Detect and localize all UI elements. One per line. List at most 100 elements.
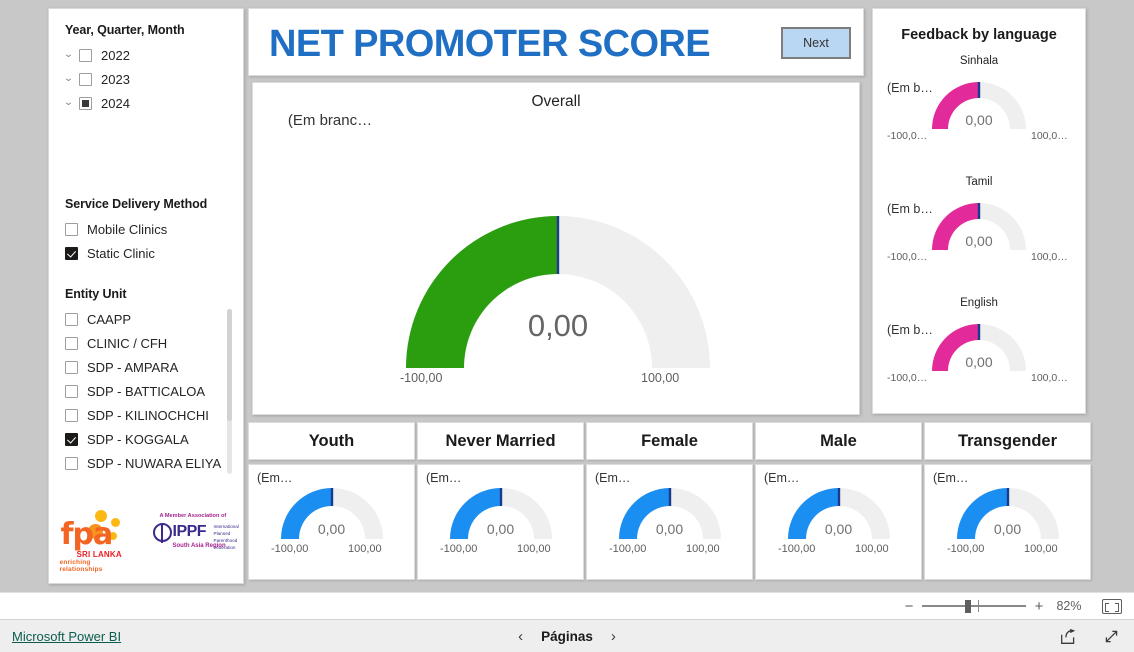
- service-delivery-item-1[interactable]: Static Clinic: [49, 241, 243, 265]
- entity-unit-item-0[interactable]: CAAPP: [49, 307, 243, 331]
- entity-unit-item-4[interactable]: SDP - KILINOCHCHI: [49, 403, 243, 427]
- checkbox[interactable]: [79, 48, 92, 62]
- checkbox[interactable]: [65, 456, 78, 470]
- report-title-card: NET PROMOTER SCORE Next: [248, 8, 864, 76]
- entity-unit-item-6[interactable]: SDP - NUWARA ELIYA: [49, 451, 243, 475]
- checkbox[interactable]: [65, 432, 78, 446]
- entity-unit-item-3[interactable]: SDP - BATTICALOA: [49, 379, 243, 403]
- demographic-blank-label: (Em…: [764, 471, 800, 485]
- zoom-out-button[interactable]: −: [900, 598, 918, 615]
- demographic-gauge-max-label: 100,00: [517, 543, 551, 555]
- checkbox[interactable]: [79, 72, 92, 86]
- ippf-member-text: A Member Association of: [159, 513, 227, 519]
- entity-unit-item-1[interactable]: CLINIC / CFH: [49, 331, 243, 355]
- entity-unit-scrollbar-thumb[interactable]: [227, 309, 232, 421]
- demographic-gauge-value: 0,00: [993, 521, 1022, 537]
- language-gauge-min-label: -100,0…: [887, 130, 928, 142]
- demographic-gauge-body: (Em… 0,00 -100,00 100,00: [755, 464, 922, 580]
- language-name: Sinhala: [959, 55, 999, 67]
- entity-unit-item-5[interactable]: SDP - KOGGALA: [49, 427, 243, 451]
- language-gauge-value: 0,00: [965, 233, 993, 249]
- zoom-slider-track: [922, 605, 1026, 607]
- slicer-item-label: 2024: [101, 95, 130, 111]
- page-navigation: ‹ Páginas ›: [518, 628, 616, 645]
- language-gauge-value: 0,00: [965, 354, 993, 370]
- previous-page-icon[interactable]: ‹: [518, 628, 523, 645]
- demographic-card-transgender[interactable]: Transgender (Em… 0,00 -100,00 100,00: [924, 422, 1091, 580]
- entity-unit-title: Entity Unit: [65, 287, 127, 301]
- language-gauge-value: 0,00: [965, 112, 993, 128]
- demographic-card-title: Male: [755, 422, 922, 460]
- year-slicer-item-2[interactable]: ⌄ 2024: [49, 91, 243, 115]
- page-title: NET PROMOTER SCORE: [269, 23, 711, 65]
- year-slicer-item-0[interactable]: ⌄ 2022: [49, 43, 243, 67]
- share-icon[interactable]: [1060, 628, 1077, 645]
- demographic-card-youth[interactable]: Youth (Em… 0,00 -100,00 100,00: [248, 422, 415, 580]
- language-gauge-min-label: -100,0…: [887, 372, 928, 384]
- zoom-in-button[interactable]: +: [1030, 598, 1048, 615]
- zoom-slider-thumb[interactable]: [965, 600, 971, 613]
- demographic-gauge-min-label: -100,00: [440, 543, 478, 555]
- overall-gauge-arc: [406, 216, 710, 368]
- slicer-item-label: SDP - AMPARA: [87, 359, 179, 375]
- checkbox[interactable]: [65, 408, 78, 422]
- microsoft-power-bi-link[interactable]: Microsoft Power BI: [12, 629, 121, 644]
- service-delivery-items: Mobile Clinics Static Clinic: [49, 217, 243, 265]
- fit-to-page-icon[interactable]: [1102, 598, 1122, 614]
- entity-unit-slicer: Entity Unit CAAPP CLINIC / CFH SDP - AMPAR…: [49, 287, 243, 475]
- demographic-card-male[interactable]: Male (Em… 0,00 -100,00 100,00: [755, 422, 922, 580]
- language-gauge-min-label: -100,0…: [887, 251, 928, 263]
- slicer-item-label: SDP - BATTICALOA: [87, 383, 205, 399]
- checkbox[interactable]: [65, 246, 78, 260]
- language-gauge-english[interactable]: English (Em b… 0,00 -100,0… 100,0…: [873, 297, 1085, 418]
- entity-unit-item-2[interactable]: SDP - AMPARA: [49, 355, 243, 379]
- language-name: Tamil: [965, 176, 993, 188]
- overall-gauge-title: Overall: [531, 93, 581, 110]
- slicer-item-label: 2023: [101, 71, 130, 87]
- demographic-gauges-row: Youth (Em… 0,00 -100,00 100,00 Never Married(…: [248, 422, 1091, 580]
- demographic-gauge-body: (Em… 0,00 -100,00 100,00: [417, 464, 584, 580]
- checkbox[interactable]: [65, 360, 78, 374]
- fpa-sri-lanka-logo: fpa SRI LANKA enriching relationships: [57, 508, 131, 573]
- year-slicer-item-1[interactable]: ⌄ 2023: [49, 67, 243, 91]
- overall-gauge-card[interactable]: Overall (Em branc… 0,00 -100,00 100,00: [252, 82, 860, 415]
- language-gauge-tamil[interactable]: Tamil (Em b… 0,00 -100,0… 100,0…: [873, 176, 1085, 297]
- globe-icon: [152, 523, 172, 543]
- report-canvas: Year, Quarter, Month ⌄ 2022 ⌄ 2023 ⌄ 2024 Ser…: [0, 0, 1134, 592]
- checkbox[interactable]: [65, 384, 78, 398]
- demographic-card-title: Female: [586, 422, 753, 460]
- zoom-slider[interactable]: [922, 599, 1026, 613]
- gauge-fill: [406, 216, 558, 368]
- service-delivery-item-0[interactable]: Mobile Clinics: [49, 217, 243, 241]
- checkbox[interactable]: [79, 96, 92, 110]
- fullscreen-icon[interactable]: [1103, 628, 1120, 645]
- demographic-card-never-married[interactable]: Never Married (Em… 0,00 -100,00 100,00: [417, 422, 584, 580]
- fpa-logo-country: SRI LANKA: [76, 550, 122, 559]
- language-gauge-max-label: 100,0…: [1031, 372, 1068, 384]
- feedback-by-language-card[interactable]: Feedback by language Sinhala (Em b… 0,00 -1…: [872, 8, 1086, 414]
- checkbox[interactable]: [65, 336, 78, 350]
- filters-sidebar: Year, Quarter, Month ⌄ 2022 ⌄ 2023 ⌄ 2024 Ser…: [48, 8, 244, 584]
- checkbox[interactable]: [65, 222, 78, 236]
- fpa-logo-text: fpa: [60, 517, 114, 552]
- pages-label[interactable]: Páginas: [541, 629, 593, 644]
- slicer-item-label: Static Clinic: [87, 245, 155, 261]
- demographic-blank-label: (Em…: [257, 471, 293, 485]
- checkbox[interactable]: [65, 312, 78, 326]
- demographic-card-title: Never Married: [417, 422, 584, 460]
- demographic-card-title: Youth: [248, 422, 415, 460]
- zoom-percentage: 82%: [1056, 599, 1082, 613]
- footer-actions: [1060, 628, 1120, 645]
- demographic-card-female[interactable]: Female (Em… 0,00 -100,00 100,00: [586, 422, 753, 580]
- demographic-gauge-min-label: -100,00: [947, 543, 985, 555]
- language-name: English: [960, 297, 998, 309]
- next-button[interactable]: Next: [781, 27, 851, 59]
- next-page-icon[interactable]: ›: [611, 628, 616, 645]
- demographic-blank-label: (Em…: [933, 471, 969, 485]
- ippf-logo-text: IPPF: [172, 523, 207, 540]
- demographic-gauge-body: (Em… 0,00 -100,00 100,00: [248, 464, 415, 580]
- language-gauge-sinhala[interactable]: Sinhala (Em b… 0,00 -100,0… 100,0…: [873, 55, 1085, 176]
- language-gauge-max-label: 100,0…: [1031, 130, 1068, 142]
- overall-gauge-max-label: 100,00: [641, 371, 680, 385]
- demographic-gauge-value: 0,00: [655, 521, 684, 537]
